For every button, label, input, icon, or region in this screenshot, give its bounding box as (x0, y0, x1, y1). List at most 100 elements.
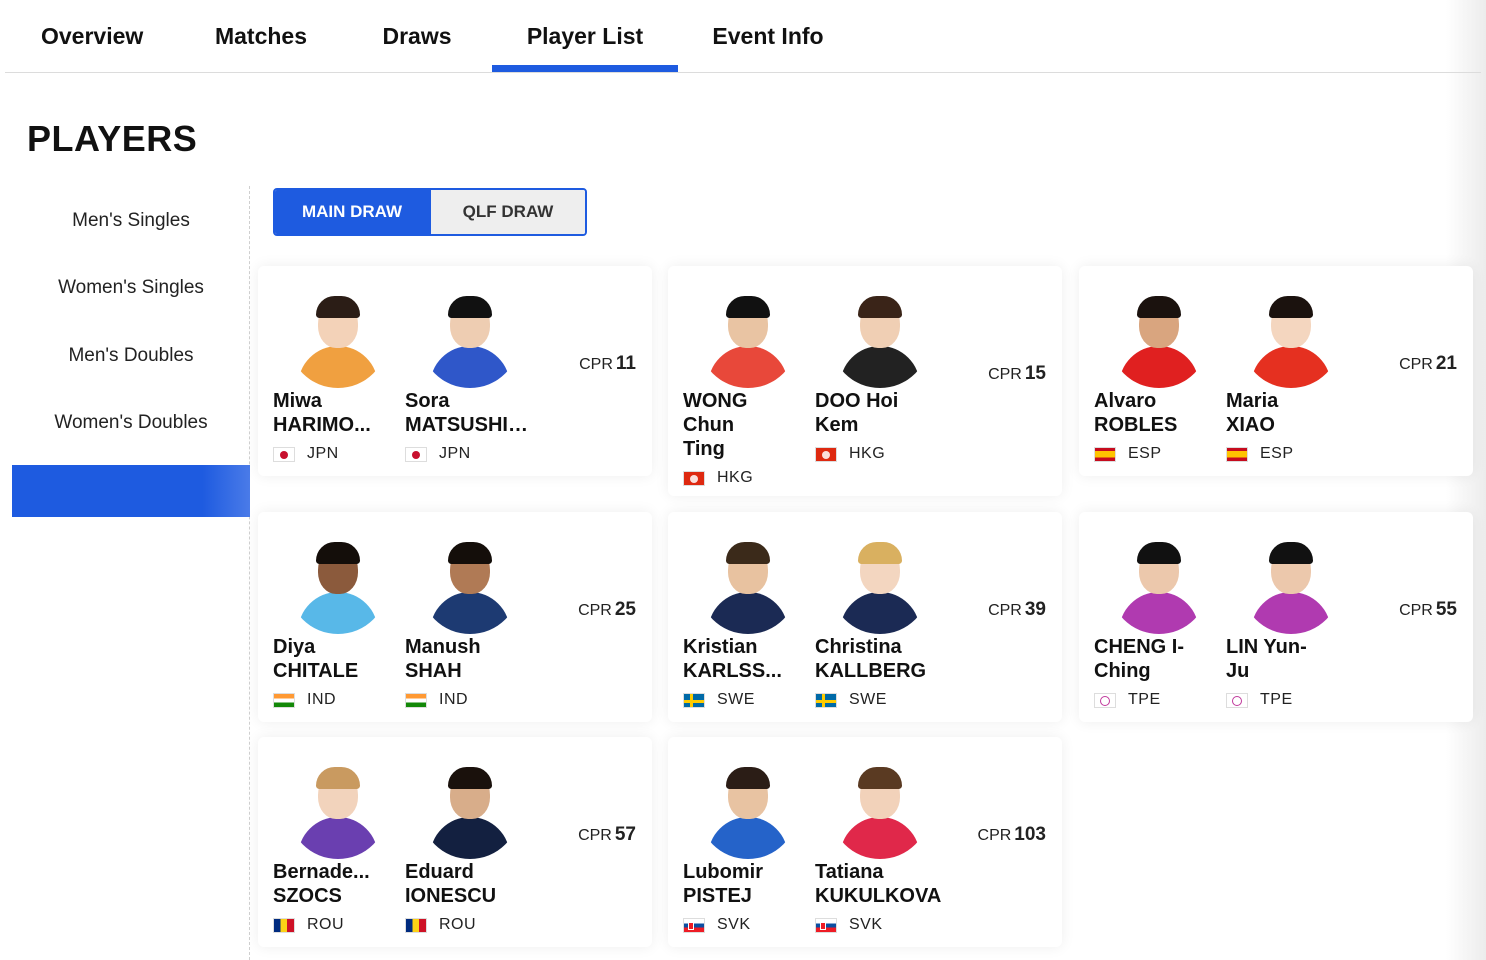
tab-bar: Overview Matches Draws Player List Event… (5, 0, 1481, 73)
sidebar-item-mixed-doubles[interactable] (12, 465, 250, 517)
pair-card[interactable]: Miwa HARIMO... JPN Sora MATSUSHIMA JPN C… (258, 266, 652, 476)
cpr-rank: CPR 103 (978, 824, 1046, 846)
flag-icon (1094, 446, 1116, 462)
tab-overview[interactable]: Overview (41, 20, 143, 72)
player-entry[interactable]: LIN Yun- Ju TPE (1226, 534, 1356, 709)
page-title: PLAYERS (27, 118, 198, 159)
player-photo (288, 534, 388, 634)
player-first-name: Maria (1226, 391, 1279, 412)
country-code: JPN (307, 445, 339, 462)
player-entry[interactable]: Alvaro ROBLES ESP (1094, 288, 1224, 463)
event-sidebar: Men's Singles Women's Singles Men's Doub… (12, 186, 250, 960)
player-entry[interactable]: CHENG I- Ching TPE (1094, 534, 1224, 709)
sidebar-item-mens-singles[interactable]: Men's Singles (12, 210, 250, 232)
flag-icon (273, 692, 295, 708)
player-photo (698, 759, 798, 859)
player-last-name: IONESCU (405, 886, 497, 907)
cpr-value: 11 (615, 353, 636, 374)
player-photo (698, 534, 798, 634)
country-code: IND (307, 691, 337, 708)
player-entry[interactable]: Diya CHITALE IND (273, 534, 403, 709)
tab-matches[interactable]: Matches (207, 20, 315, 72)
pair-card[interactable]: Kristian KARLSS... SWE Christina KALLBER… (668, 512, 1062, 722)
pair-card[interactable]: Lubomir PISTEJ SVK Tatiana KUKULKOVA SVK… (668, 737, 1062, 947)
player-country: SVK (683, 916, 813, 934)
country-code: SVK (717, 916, 751, 933)
player-country: SWE (815, 691, 945, 709)
player-last-name: XIAO (1226, 415, 1275, 436)
player-photo (420, 534, 520, 634)
player-photo (698, 288, 798, 388)
sidebar-item-mens-doubles[interactable]: Men's Doubles (12, 345, 250, 367)
player-photo (830, 288, 930, 388)
player-photo (1241, 534, 1341, 634)
cpr-rank: CPR 57 (578, 824, 636, 846)
player-country: JPN (405, 445, 535, 463)
player-photo (1109, 534, 1209, 634)
tab-event-info[interactable]: Event Info (709, 20, 827, 72)
country-code: SWE (717, 691, 755, 708)
player-country: JPN (273, 445, 403, 463)
cpr-value: 25 (614, 599, 636, 620)
player-entry[interactable]: Lubomir PISTEJ SVK (683, 759, 813, 934)
country-code: ESP (1260, 445, 1294, 462)
flag-icon (683, 917, 705, 933)
sidebar-item-womens-singles[interactable]: Women's Singles (12, 277, 250, 299)
cpr-value: 55 (1435, 599, 1457, 620)
tab-player-list[interactable]: Player List (492, 20, 678, 72)
player-first-name: Eduard (405, 862, 474, 883)
player-first-name: Kristian (683, 637, 758, 658)
pair-card[interactable]: Bernade... SZOCS ROU Eduard IONESCU ROU … (258, 737, 652, 947)
pair-card[interactable]: Diya CHITALE IND Manush SHAH IND CPR 25 (258, 512, 652, 722)
flag-icon (815, 692, 837, 708)
player-last-name: KUKULKOVA (815, 886, 942, 907)
cpr-label: CPR (579, 356, 613, 373)
player-entry[interactable]: Tatiana KUKULKOVA SVK (815, 759, 945, 934)
player-country: IND (405, 691, 535, 709)
player-entry[interactable]: Bernade... SZOCS ROU (273, 759, 403, 934)
country-code: TPE (1260, 691, 1293, 708)
player-entry[interactable]: Kristian KARLSS... SWE (683, 534, 813, 709)
pair-card[interactable]: CHENG I- Ching TPE LIN Yun- Ju TPE CPR 55 (1079, 512, 1473, 722)
player-last-name: Chun (683, 415, 735, 436)
cpr-label: CPR (988, 602, 1022, 619)
player-last-name: PISTEJ (683, 886, 752, 907)
player-entry[interactable]: WONG Chun Ting HKG (683, 288, 813, 487)
pair-card[interactable]: Alvaro ROBLES ESP Maria XIAO ESP CPR 21 (1079, 266, 1473, 476)
cpr-value: 103 (1014, 824, 1046, 845)
player-photo (830, 759, 930, 859)
player-country: ESP (1226, 445, 1356, 463)
player-entry[interactable]: DOO Hoi Kem HKG (815, 288, 945, 463)
country-code: ROU (307, 916, 345, 933)
player-entry[interactable]: Miwa HARIMO... JPN (273, 288, 403, 463)
player-last-name: MATSUSHIMA (405, 415, 537, 436)
cpr-rank: CPR 21 (1399, 353, 1457, 375)
player-entry[interactable]: Sora MATSUSHIMA JPN (405, 288, 537, 463)
flag-icon (683, 692, 705, 708)
cpr-label: CPR (977, 827, 1012, 844)
qlf-draw-button[interactable]: QLF DRAW (429, 190, 585, 234)
player-first-name: Bernade... (273, 862, 370, 883)
player-first-name: WONG (683, 391, 748, 412)
player-entry[interactable]: Maria XIAO ESP (1226, 288, 1356, 463)
player-entry[interactable]: Eduard IONESCU ROU (405, 759, 535, 934)
player-entry[interactable]: Christina KALLBERG SWE (815, 534, 945, 709)
main-draw-button[interactable]: MAIN DRAW (275, 190, 429, 234)
player-first-name: DOO Hoi (815, 391, 899, 412)
cpr-label: CPR (578, 827, 612, 844)
cpr-label: CPR (988, 366, 1022, 383)
player-country: ROU (273, 916, 403, 934)
pair-card[interactable]: WONG Chun Ting HKG DOO Hoi Kem HKG CPR 15 (668, 266, 1062, 496)
flag-icon (273, 917, 295, 933)
player-entry[interactable]: Manush SHAH IND (405, 534, 535, 709)
player-last-name: ROBLES (1094, 415, 1178, 436)
player-first-name: Tatiana (815, 862, 884, 883)
sidebar-item-womens-doubles[interactable]: Women's Doubles (12, 412, 250, 434)
player-photo (1241, 288, 1341, 388)
player-country: SVK (815, 916, 945, 934)
page: Overview Matches Draws Player List Event… (0, 0, 1486, 960)
tab-draws[interactable]: Draws (377, 20, 457, 72)
player-first-name: Sora (405, 391, 450, 412)
player-country: HKG (815, 445, 945, 463)
player-photo (288, 759, 388, 859)
